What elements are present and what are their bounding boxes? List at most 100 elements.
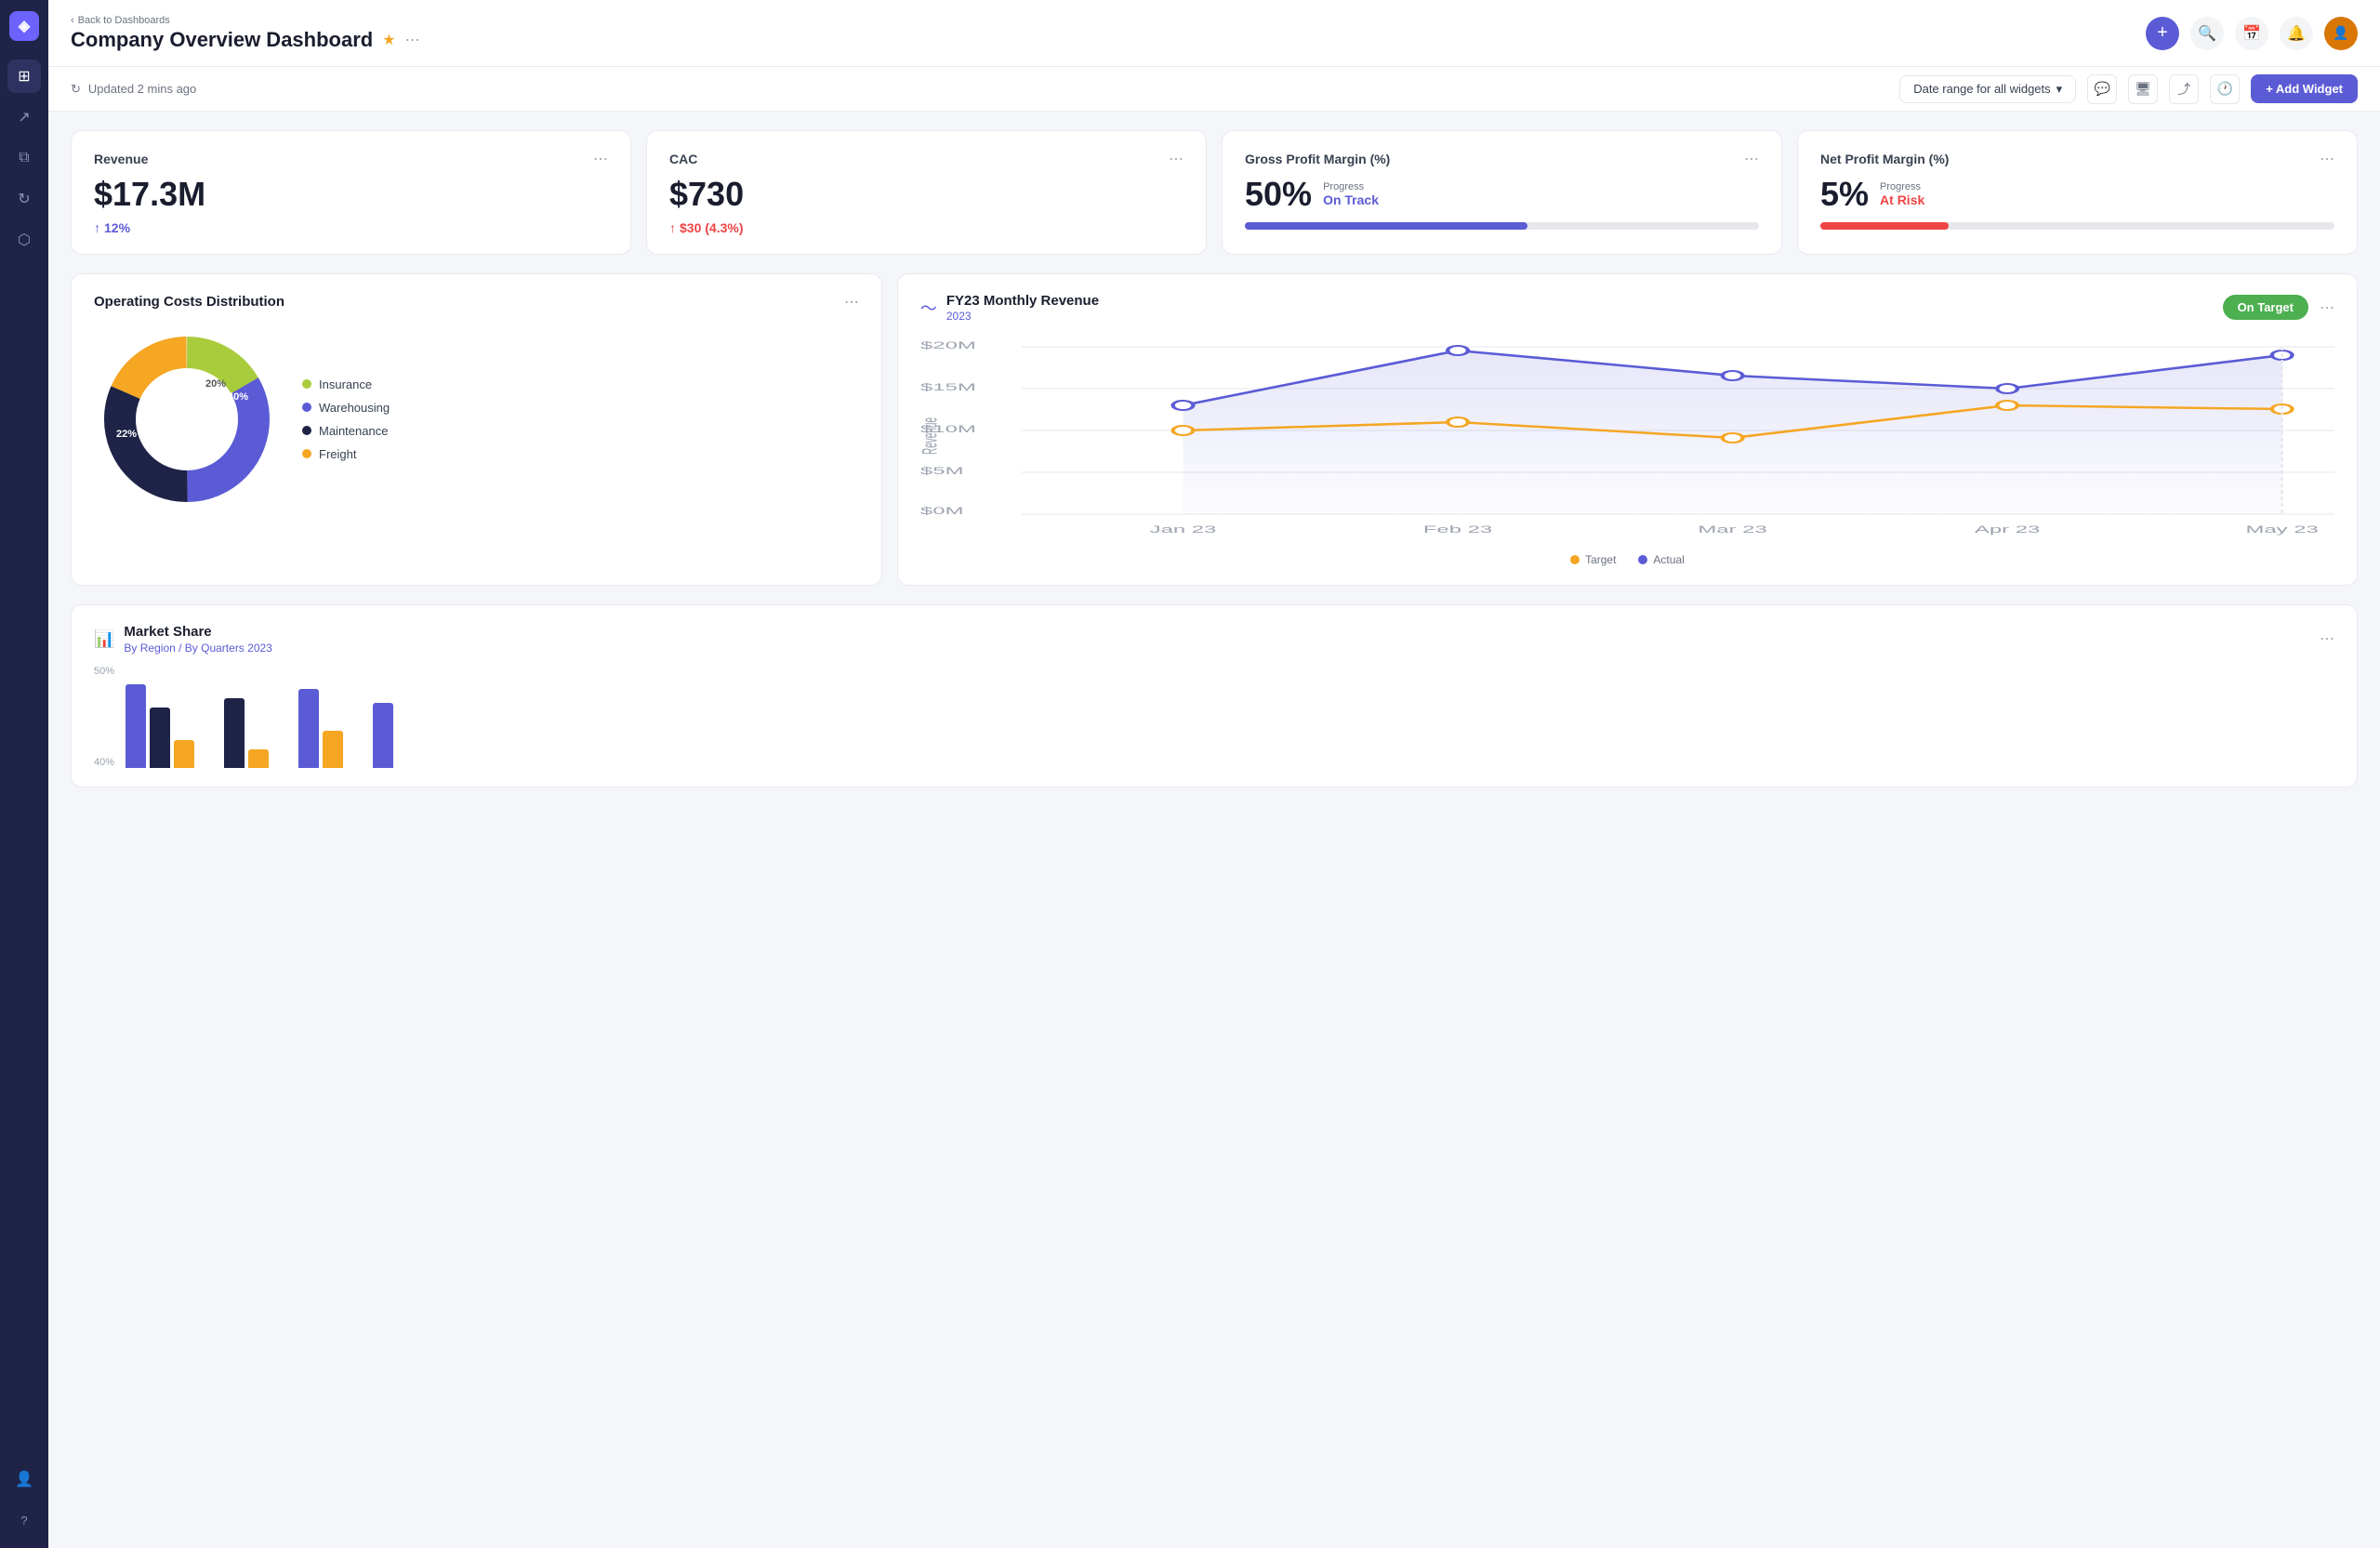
- net-profit-status: At Risk: [1880, 192, 1924, 207]
- legend-freight: Freight: [302, 447, 390, 461]
- search-button[interactable]: 🔍: [2190, 17, 2224, 50]
- comment-icon-button[interactable]: 💬: [2087, 74, 2117, 104]
- chevron-down-icon: ▾: [2056, 82, 2063, 97]
- kpi-card-revenue: Revenue ⋯ $17.3M ↑ 12%: [71, 130, 631, 255]
- line-chart-legend: Target Actual: [920, 553, 2334, 566]
- revenue-up-icon: ↑: [94, 220, 100, 235]
- market-bar-chart: 50% 40%: [94, 666, 2334, 768]
- charts-row: Operating Costs Distribution ⋯: [71, 273, 2358, 586]
- page-title: Company Overview Dashboard: [71, 28, 373, 52]
- maintenance-label: Maintenance: [319, 424, 388, 438]
- star-icon[interactable]: ★: [382, 31, 395, 49]
- legend-insurance: Insurance: [302, 377, 390, 391]
- net-profit-bar-fill: [1820, 222, 1949, 230]
- donut-chart: 20% 40% 38% 22%: [94, 326, 280, 512]
- bar-group-2: [224, 698, 269, 768]
- bar-group-4: [373, 703, 393, 768]
- content-area: Revenue ⋯ $17.3M ↑ 12% CAC ⋯ $730 ↑ $3: [48, 112, 2380, 1548]
- toolbar-left: ↻ Updated 2 mins ago: [71, 82, 196, 97]
- avatar[interactable]: 👤: [2324, 17, 2358, 50]
- line-chart-container: $20M $15M $10M $5M $0M Revenue: [920, 337, 2334, 542]
- bar-1-navy: [150, 708, 170, 768]
- revenue-value: $17.3M: [94, 176, 608, 213]
- sidebar: ◈ ⊞ ↗ ⧉ ↻ ⬡ 👤 ?: [0, 0, 48, 1548]
- svg-text:$5M: $5M: [920, 465, 963, 476]
- svg-text:$0M: $0M: [920, 505, 963, 516]
- insurance-label: Insurance: [319, 377, 372, 391]
- sidebar-item-user[interactable]: 👤: [7, 1462, 41, 1496]
- bar-group-3: [298, 689, 343, 768]
- calendar-button[interactable]: 📅: [2235, 17, 2268, 50]
- header-left: ‹ Back to Dashboards Company Overview Da…: [71, 15, 420, 52]
- operating-costs-more-icon[interactable]: ⋯: [844, 293, 859, 311]
- add-widget-button[interactable]: + Add Widget: [2251, 74, 2358, 103]
- market-share-more-icon[interactable]: ⋯: [2320, 629, 2334, 648]
- market-share-card: 📊 Market Share By Region / By Quarters 2…: [71, 604, 2358, 787]
- notification-button[interactable]: 🔔: [2280, 17, 2313, 50]
- svg-text:Revenue: Revenue: [919, 417, 941, 455]
- sidebar-item-trends[interactable]: ↗: [7, 100, 41, 134]
- net-profit-title: Net Profit Margin (%): [1820, 152, 1949, 166]
- market-share-subtitle: By Region / By Quarters 2023: [124, 642, 271, 655]
- header-title-row: Company Overview Dashboard ★ ⋯: [71, 28, 420, 52]
- actual-dot: [1638, 555, 1647, 564]
- more-menu-icon[interactable]: ⋯: [405, 31, 420, 49]
- history-icon-button[interactable]: 🕐: [2210, 74, 2240, 104]
- kpi-card-cac: CAC ⋯ $730 ↑ $30 (4.3%): [646, 130, 1207, 255]
- insurance-dot: [302, 379, 311, 389]
- svg-text:May 23: May 23: [2245, 523, 2318, 535]
- chevron-left-icon: ‹: [71, 15, 74, 26]
- legend-maintenance: Maintenance: [302, 424, 390, 438]
- kpi-row: Revenue ⋯ $17.3M ↑ 12% CAC ⋯ $730 ↑ $3: [71, 130, 2358, 255]
- add-button[interactable]: +: [2146, 17, 2179, 50]
- updated-text: Updated 2 mins ago: [88, 82, 196, 96]
- target-label: Target: [1585, 553, 1616, 566]
- donut-section: 20% 40% 38% 22% Insurance Warehousing: [94, 326, 859, 512]
- net-profit-more-icon[interactable]: ⋯: [2320, 150, 2334, 168]
- cac-change-value: $30 (4.3%): [680, 220, 743, 235]
- sidebar-item-layers[interactable]: ⧉: [7, 141, 41, 175]
- bar-group-1: [126, 684, 194, 768]
- present-icon-button[interactable]: 🖥: [2128, 74, 2158, 104]
- share-icon-button[interactable]: ⤴: [2169, 74, 2199, 104]
- on-target-badge: On Target: [2223, 295, 2308, 320]
- sidebar-item-refresh[interactable]: ↻: [7, 182, 41, 216]
- warehousing-label: Warehousing: [319, 401, 390, 415]
- back-link-text: Back to Dashboards: [78, 15, 170, 26]
- date-range-button[interactable]: Date range for all widgets ▾: [1899, 75, 2076, 103]
- legend-warehousing: Warehousing: [302, 401, 390, 415]
- line-chart-icon: ～: [920, 296, 937, 320]
- gross-profit-progress-bar: [1245, 222, 1759, 230]
- net-profit-progress-label: Progress At Risk: [1880, 181, 1924, 207]
- line-chart-title: FY23 Monthly Revenue: [946, 293, 1099, 309]
- back-link[interactable]: ‹ Back to Dashboards: [71, 15, 420, 26]
- cac-title: CAC: [669, 152, 697, 166]
- legend-actual: Actual: [1638, 553, 1684, 566]
- market-share-title: Market Share: [124, 624, 271, 640]
- cac-up-icon: ↑: [669, 220, 676, 235]
- gross-profit-more-icon[interactable]: ⋯: [1744, 150, 1759, 168]
- svg-text:Jan 23: Jan 23: [1149, 523, 1216, 535]
- monthly-revenue-card: ～ FY23 Monthly Revenue 2023 On Target ⋯: [897, 273, 2358, 586]
- svg-text:$15M: $15M: [920, 381, 976, 392]
- sidebar-item-help[interactable]: ?: [7, 1503, 41, 1537]
- donut-legend: Insurance Warehousing Maintenance F: [302, 377, 390, 461]
- sidebar-item-network[interactable]: ⬡: [7, 223, 41, 257]
- line-chart-subtitle: 2023: [946, 310, 1099, 323]
- operating-costs-title: Operating Costs Distribution: [94, 294, 284, 310]
- target-dot: [1570, 555, 1580, 564]
- sidebar-item-dashboard[interactable]: ⊞: [7, 60, 41, 93]
- date-range-label: Date range for all widgets: [1913, 82, 2050, 96]
- cac-more-icon[interactable]: ⋯: [1169, 150, 1183, 168]
- operating-costs-card: Operating Costs Distribution ⋯: [71, 273, 882, 586]
- line-chart-more-icon[interactable]: ⋯: [2320, 298, 2334, 317]
- bar-4-purple: [373, 703, 393, 768]
- gross-profit-value: 50%: [1245, 176, 1312, 213]
- y-label-50: 50%: [94, 666, 114, 677]
- sidebar-logo[interactable]: ◈: [9, 11, 39, 41]
- revenue-more-icon[interactable]: ⋯: [593, 150, 608, 168]
- add-widget-label: + Add Widget: [2266, 82, 2343, 96]
- market-y-axis: 50% 40%: [94, 666, 118, 768]
- net-profit-progress-bar: [1820, 222, 2334, 230]
- header: ‹ Back to Dashboards Company Overview Da…: [48, 0, 2380, 67]
